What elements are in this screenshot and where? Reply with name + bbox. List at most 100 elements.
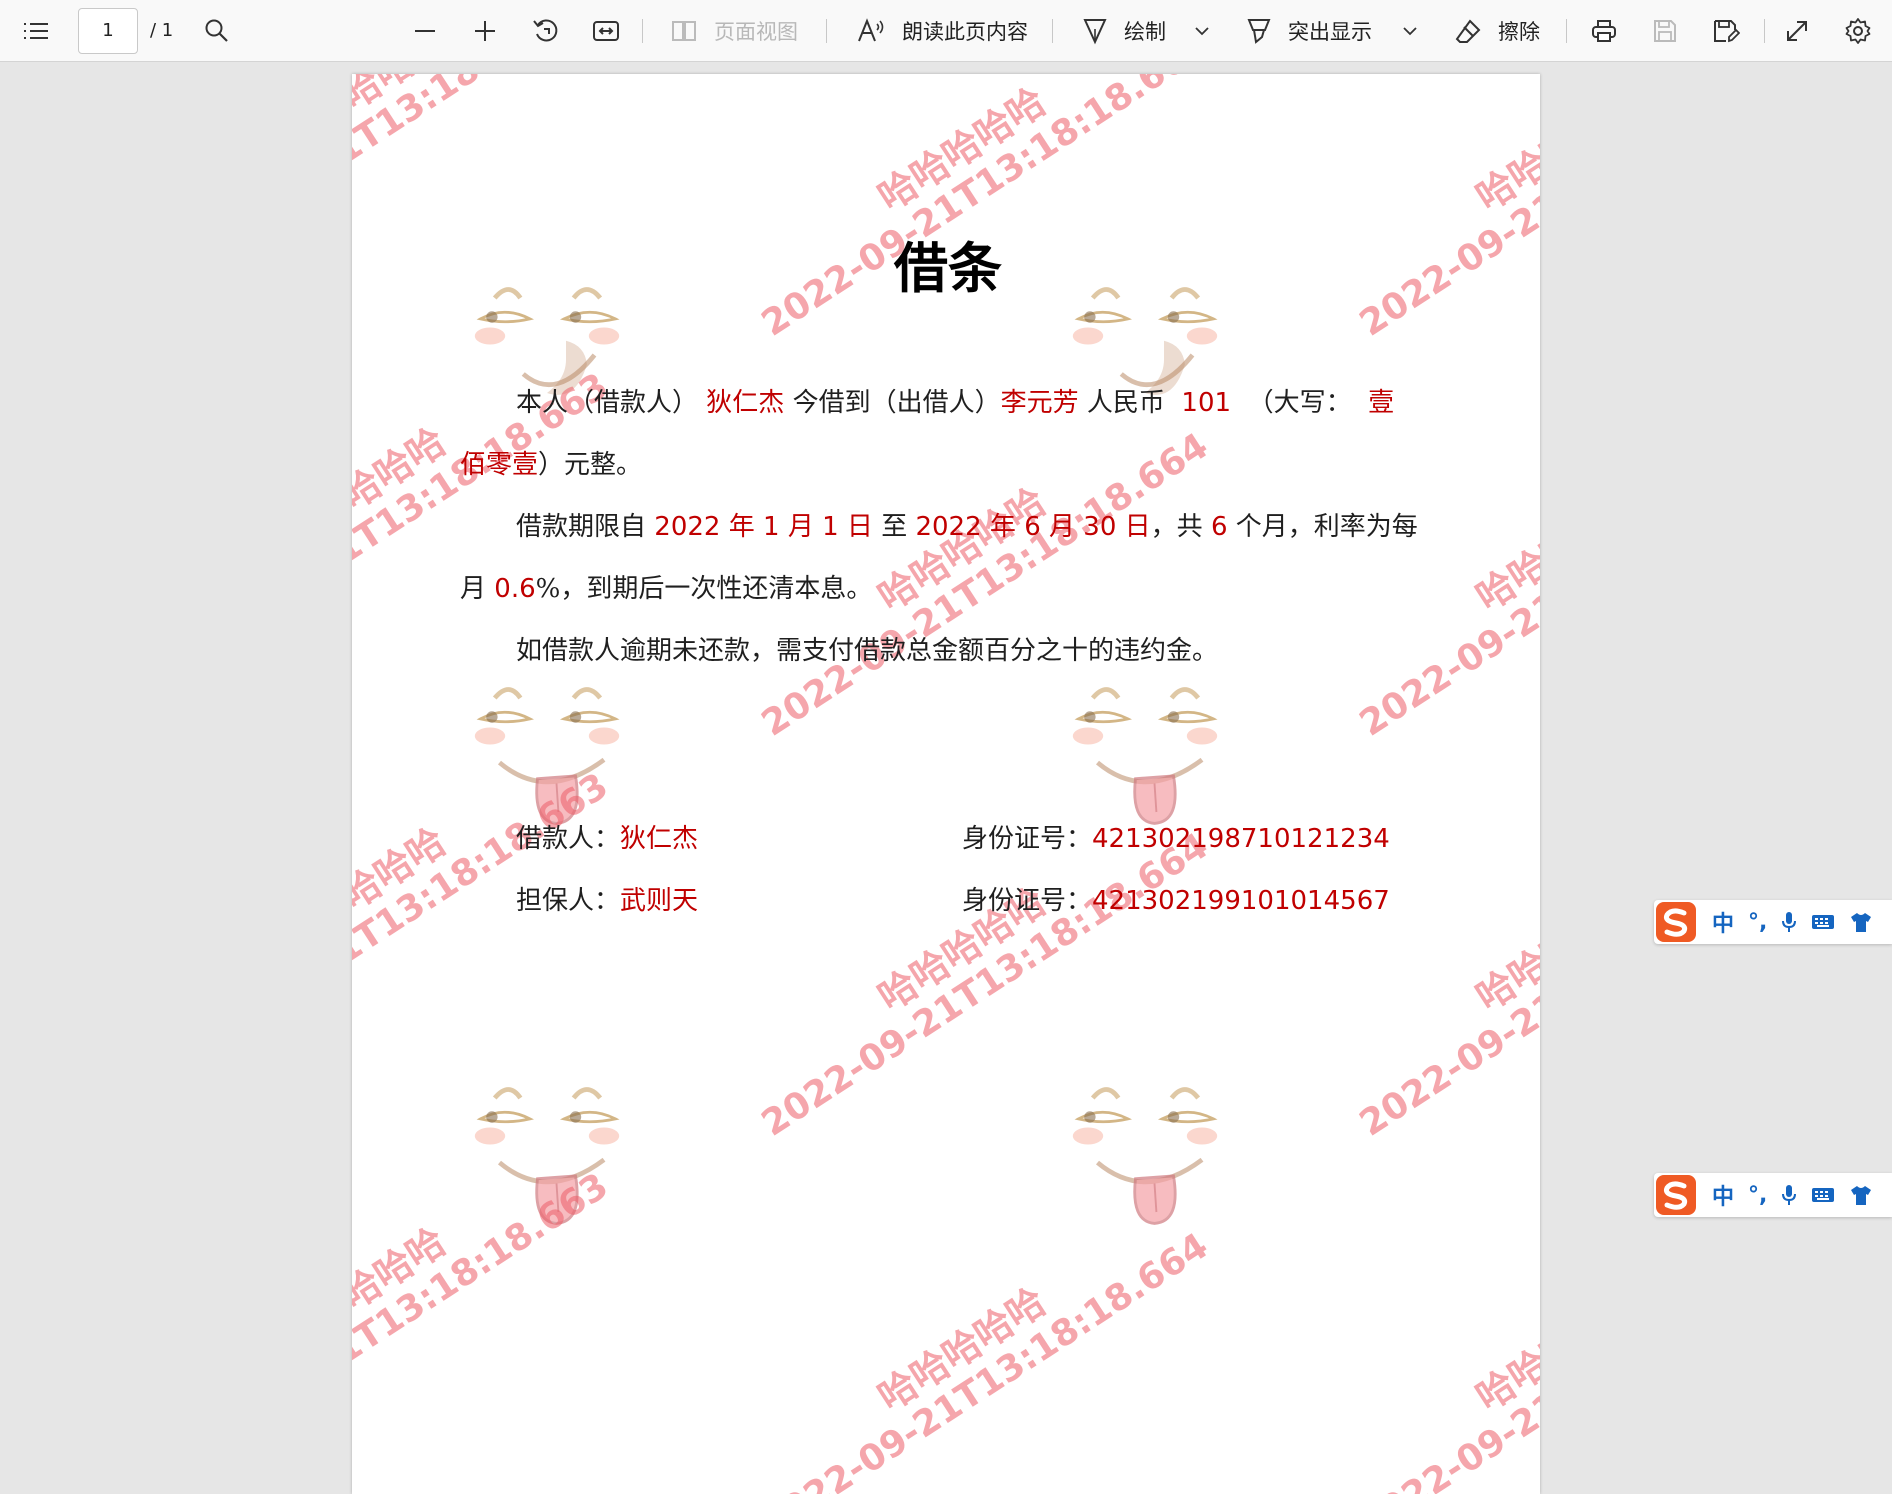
keyboard-icon[interactable] — [1811, 913, 1835, 931]
loan-amount-chinese: 佰零壹 — [460, 450, 539, 480]
text: 日 — [1124, 512, 1151, 542]
microphone-icon[interactable] — [1781, 1184, 1797, 1206]
search-icon[interactable] — [204, 0, 230, 62]
text: 身份证号： — [962, 886, 1093, 916]
erase-label: 擦除 — [1498, 20, 1540, 44]
start-year: 2022 — [654, 512, 721, 542]
draw-options-chevron-down-icon[interactable] — [1194, 0, 1210, 62]
highlight-options-chevron-down-icon[interactable] — [1402, 0, 1418, 62]
rotate-icon[interactable] — [532, 0, 560, 62]
erase-button[interactable]: 擦除 — [1454, 0, 1540, 62]
end-month: 6 — [1024, 512, 1041, 542]
end-year: 2022 — [915, 512, 982, 542]
borrower-id-number: 421302198710121234 — [1092, 824, 1390, 854]
page-view-icon — [672, 21, 696, 41]
fullscreen-icon[interactable] — [1784, 0, 1810, 62]
text-watermark: 哈哈哈哈哈 2022-09-21T13:18:18.664 — [1352, 74, 1540, 345]
start-day: 1 — [822, 512, 839, 542]
highlight-button[interactable]: 突出显示 — [1246, 0, 1372, 62]
ime-language-toggle[interactable]: 中 — [1712, 1179, 1734, 1211]
loan-amount-chinese: 壹 — [1368, 388, 1395, 418]
borrower-signature: 狄仁杰 — [620, 824, 699, 854]
highlighter-icon — [1247, 19, 1271, 44]
text-watermark: 哈哈哈哈哈 2022-09-21T13:18:18.664 — [754, 1225, 1216, 1494]
text: 年 — [728, 512, 755, 542]
guarantor-name: 武则天 — [620, 886, 699, 916]
page-view-label: 页面视图 — [714, 20, 798, 44]
eraser-icon — [1455, 19, 1481, 43]
document-title: 借条 — [894, 236, 1002, 300]
sogou-logo-icon — [1656, 1175, 1696, 1215]
text: 个月，利率为每 — [1235, 512, 1418, 542]
text: 今借到（出借人） — [792, 388, 1001, 418]
text: （大写： — [1247, 388, 1352, 418]
settings-gear-icon[interactable] — [1844, 0, 1872, 62]
guarantor-id-line: 身份证号：421302199101014567 — [962, 880, 1390, 917]
interest-rate: 0.6 — [494, 574, 536, 604]
text-watermark: 哈哈哈哈哈 2022-09-21T13:18:18.664 — [1352, 425, 1540, 745]
text: 借款人： — [516, 824, 621, 854]
toolbar-separator — [1764, 19, 1765, 43]
text: ）元整。 — [538, 450, 643, 480]
text: %，到期后一次性还清本息。 — [535, 574, 873, 604]
toolbar-separator — [826, 19, 827, 43]
end-day: 30 — [1083, 512, 1117, 542]
ime-punctuation-toggle[interactable]: °, — [1748, 910, 1767, 935]
zoom-in-icon[interactable] — [472, 0, 498, 62]
highlight-label: 突出显示 — [1288, 20, 1372, 44]
paragraph-3: 如借款人逾期未还款，需支付借款总金额百分之十的违约金。 — [516, 636, 1219, 666]
ime-status-bar[interactable]: 中 °, — [1654, 1173, 1892, 1217]
text: ，共 — [1150, 512, 1203, 542]
text: 身份证号： — [962, 824, 1093, 854]
draw-label: 绘制 — [1124, 20, 1166, 44]
save-icon[interactable] — [1652, 0, 1678, 62]
page-view-button[interactable]: 页面视图 — [670, 0, 798, 62]
skin-shirt-icon[interactable] — [1849, 911, 1873, 933]
guarantor-id-number: 421302199101014567 — [1092, 886, 1390, 916]
read-aloud-icon — [858, 18, 884, 42]
save-as-icon[interactable] — [1712, 0, 1740, 62]
paragraph-1-line-1: 本人（借款人） 狄仁杰 今借到（出借人）李元芳 人民币 101 （大写： 壹 — [516, 382, 1394, 419]
borrower-id-line: 身份证号：421302198710121234 — [962, 818, 1390, 855]
text: 人民币 — [1086, 388, 1165, 418]
zoom-out-icon[interactable] — [412, 0, 438, 62]
borrower-name: 狄仁杰 — [706, 388, 785, 418]
ime-language-toggle[interactable]: 中 — [1712, 906, 1734, 938]
toolbar-separator — [1566, 19, 1567, 43]
page-total: / 1 — [150, 20, 174, 41]
microphone-icon[interactable] — [1781, 911, 1797, 933]
keyboard-icon[interactable] — [1811, 1186, 1835, 1204]
text: 日 — [846, 512, 873, 542]
loan-months: 6 — [1210, 512, 1228, 542]
text: 担保人： — [516, 886, 621, 916]
read-aloud-button[interactable]: 朗读此页内容 — [856, 0, 1028, 62]
loan-amount: 101 — [1181, 388, 1232, 418]
toolbar-separator — [642, 19, 643, 43]
guarantor-signature-line: 担保人：武则天 — [516, 880, 698, 917]
text: 月 — [787, 512, 814, 542]
read-aloud-label: 朗读此页内容 — [902, 20, 1028, 44]
paragraph-2-line-2: 月 0.6%，到期后一次性还清本息。 — [460, 568, 872, 605]
text: 月 — [1049, 512, 1076, 542]
pdf-toolbar: 1 / 1 页面视图 朗读此页内容 绘制 突出显示 擦除 — [0, 0, 1892, 62]
toolbar-separator — [1052, 19, 1053, 43]
pdf-page: 哈哈哈哈哈 2022-09-21T13:18:18.663 哈哈哈哈哈 2022-0… — [352, 74, 1540, 1494]
contents-list-icon[interactable] — [22, 0, 50, 62]
text: 借款期限自 — [516, 512, 647, 542]
draw-button[interactable]: 绘制 — [1082, 0, 1166, 62]
skin-shirt-icon[interactable] — [1849, 1184, 1873, 1206]
ime-punctuation-toggle[interactable]: °, — [1748, 1183, 1767, 1208]
print-icon[interactable] — [1590, 0, 1618, 62]
text: 本人（借款人） — [516, 388, 699, 418]
draw-pen-icon — [1083, 19, 1107, 45]
text: 年 — [989, 512, 1016, 542]
borrower-signature-line: 借款人：狄仁杰 — [516, 818, 698, 855]
page-number-input[interactable]: 1 — [78, 8, 138, 54]
text: 至 — [881, 512, 908, 542]
text: 月 — [460, 574, 487, 604]
start-month: 1 — [763, 512, 780, 542]
lender-name: 李元芳 — [1000, 388, 1079, 418]
text-watermark: 哈哈哈哈哈 2022-09-21T13:18:18.664 — [1352, 1225, 1540, 1494]
ime-status-bar[interactable]: 中 °, — [1654, 900, 1892, 944]
fit-width-icon[interactable] — [592, 0, 620, 62]
